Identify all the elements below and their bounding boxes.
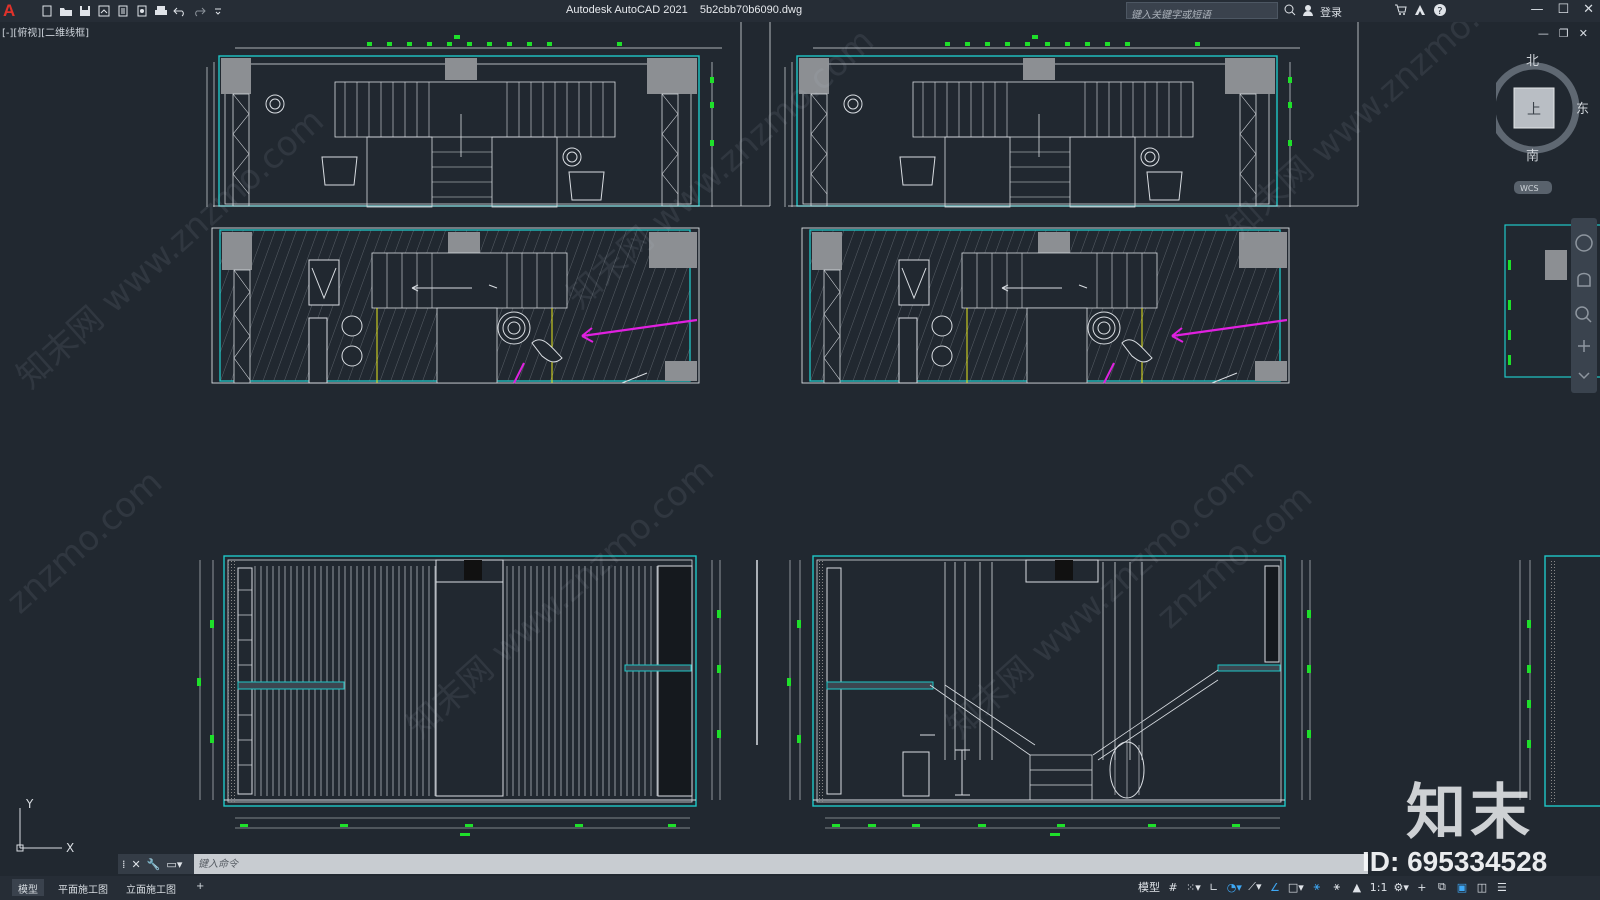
annotation-scale-value[interactable]: 1:1 (1370, 879, 1388, 895)
model-space-toggle[interactable]: 模型 (1138, 879, 1160, 895)
snap-icon[interactable]: ⁙▾ (1186, 879, 1201, 895)
isolate-objects-icon[interactable]: ◫ (1475, 879, 1489, 895)
autodesk-a360-icon[interactable] (1413, 4, 1427, 19)
units-icon[interactable]: ⧉ (1435, 879, 1449, 895)
viewcube-south: 南 (1526, 148, 1539, 164)
wcs-menu: WCS (1520, 184, 1539, 193)
ground-floor-plan-right[interactable] (800, 226, 1291, 385)
redo-icon[interactable] (192, 4, 206, 18)
save-icon[interactable] (78, 4, 92, 18)
minimize-icon[interactable]: — (1530, 2, 1543, 17)
ucs-icon: Y X (12, 796, 82, 860)
autocad-logo[interactable]: A (3, 1, 15, 21)
open-folder-icon[interactable] (59, 4, 73, 18)
annotation-monitor-icon[interactable]: + (1415, 879, 1429, 895)
command-tools: ⁞ ✕ 🔧 ▭▾ (118, 854, 194, 874)
publish-icon[interactable] (116, 4, 130, 18)
recent-commands-icon[interactable]: ▭▾ (166, 858, 182, 871)
titlebar-tools: 登录 ? (1284, 3, 1447, 20)
cart-icon[interactable] (1394, 4, 1407, 19)
close-icon[interactable]: ✕ (1583, 2, 1594, 17)
print-icon[interactable] (154, 4, 168, 18)
svg-text:Y: Y (25, 797, 34, 811)
isodraft-icon[interactable]: ⟋▾ (1248, 879, 1262, 895)
maximize-icon[interactable]: ☐ (1557, 2, 1569, 17)
object-snap-icon[interactable]: □▾ (1288, 879, 1304, 895)
close-command-icon[interactable]: ✕ (132, 858, 141, 871)
watermark-logo: 知末 (1406, 778, 1534, 848)
annotation-visibility-icon[interactable]: ⚹ (1310, 879, 1324, 895)
window-title: Autodesk AutoCAD 2021 5b2cbb70b6090.dwg (566, 4, 803, 16)
svg-text:X: X (66, 841, 74, 855)
window-controls: — ☐ ✕ (1530, 2, 1594, 17)
ortho-icon[interactable]: ∟ (1207, 879, 1221, 895)
customize-wrench-icon[interactable]: 🔧 (147, 858, 161, 871)
watermark-id: ID: 695334528 (1362, 846, 1548, 877)
viewcube-top-face: 上 (1527, 102, 1541, 118)
annotation-scale-icon[interactable]: ▲ (1350, 879, 1364, 895)
search-input[interactable] (1127, 8, 1277, 23)
save-as-icon[interactable] (97, 4, 111, 18)
elevation-right[interactable] (787, 555, 1311, 836)
grip-icon[interactable]: ⁞ (122, 858, 126, 871)
viewcube[interactable]: 上 北 南 西 东 WCS (1476, 50, 1600, 220)
workspace-gear-icon[interactable]: ⚙▾ (1394, 879, 1409, 895)
viewcube-north: 北 (1526, 54, 1539, 69)
grid-icon[interactable]: # (1166, 879, 1180, 895)
svg-text:?: ? (1437, 6, 1442, 17)
polar-tracking-icon[interactable]: ◔▾ (1227, 879, 1242, 895)
svg-text:znzmo.com: znzmo.com (0, 462, 170, 622)
search-icon[interactable] (1284, 4, 1296, 19)
customize-toolbar-icon[interactable] (211, 4, 225, 18)
tab-elevation-construction[interactable]: 立面施工图 (120, 879, 182, 896)
tab-plan-construction[interactable]: 平面施工图 (52, 879, 114, 896)
navigation-bar[interactable] (1571, 218, 1597, 393)
object-snap-tracking-icon[interactable]: ∠ (1268, 879, 1282, 895)
plot-preview-icon[interactable] (135, 4, 149, 18)
tab-model[interactable]: 模型 (12, 879, 44, 896)
add-layout-button[interactable]: + (190, 879, 210, 896)
help-icon[interactable]: ? (1433, 3, 1447, 20)
auto-scale-icon[interactable]: ⚹ (1330, 879, 1344, 895)
command-input[interactable] (196, 856, 1360, 873)
drawing-canvas[interactable]: 知末网 www.znzmo.com 知末网 www.znzmo.com 知末网 … (0, 22, 1600, 854)
login-link[interactable]: 登录 (1320, 4, 1342, 20)
command-line: ⁞ ✕ 🔧 ▭▾ (118, 854, 1368, 874)
undo-icon[interactable] (173, 4, 187, 18)
quick-access-toolbar (40, 4, 225, 18)
quick-properties-icon[interactable]: ▣ (1455, 879, 1469, 895)
viewport-controls-label[interactable]: [-][俯视][二维线框] (0, 24, 92, 39)
status-bar: 模型 # ⁙▾ ∟ ◔▾ ⟋▾ ∠ □▾ ⚹ ⚹ ▲ 1:1 ⚙▾ + ⧉ ▣ … (1138, 879, 1509, 895)
title-bar: A Autodesk AutoCAD 2021 5b2cbb70b6090.dw… (0, 0, 1600, 23)
search-box (1126, 2, 1278, 23)
user-icon[interactable] (1302, 4, 1314, 19)
customization-menu-icon[interactable]: ☰ (1495, 879, 1509, 895)
viewcube-east: 东 (1576, 102, 1589, 117)
new-file-icon[interactable] (40, 4, 54, 18)
